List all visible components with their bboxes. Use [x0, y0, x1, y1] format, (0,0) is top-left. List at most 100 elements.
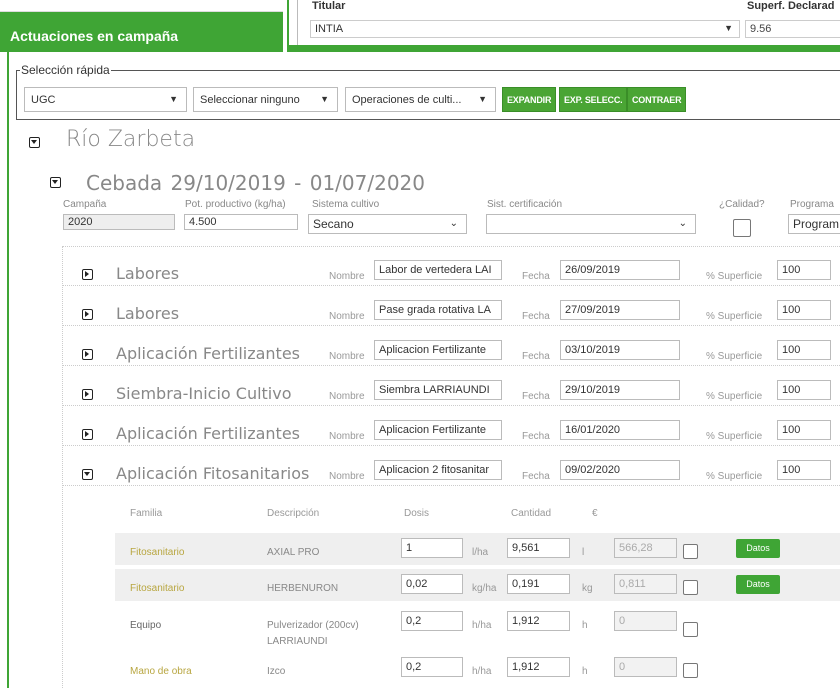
task-name-input[interactable]: Aplicacion 2 fitosanitar	[374, 460, 502, 480]
col-cantidad: Cantidad	[511, 508, 552, 519]
quick-selection-legend: Selección rápida	[20, 63, 111, 77]
nombre-label: Nombre	[329, 391, 365, 402]
expand-icon[interactable]	[82, 349, 93, 360]
cantidad-input[interactable]: 9,561	[507, 538, 570, 558]
cantidad-input[interactable]: 1,912	[507, 657, 570, 677]
dosis-input[interactable]: 0,02	[401, 574, 463, 594]
task-name-input[interactable]: Labor de vertedera LAI	[374, 260, 502, 280]
header-underline	[287, 45, 840, 52]
sidetab-top-strip	[0, 0, 283, 12]
sistema-label: Sistema cultivo	[312, 199, 380, 210]
selection-mode-select[interactable]: Seleccionar ninguno ▼	[193, 87, 338, 112]
collapse-icon[interactable]	[82, 469, 93, 480]
superficie-pct-label: % Superficie	[706, 351, 763, 362]
header-separator-thin	[297, 0, 298, 45]
task-superficie-input[interactable]: 100	[777, 460, 831, 480]
product-checkbox[interactable]	[683, 580, 698, 595]
nombre-label: Nombre	[329, 351, 365, 362]
task-row: Aplicación Fertilizantes Nombre Aplicacion…	[63, 412, 840, 446]
ugc-select[interactable]: UGC ▼	[24, 87, 187, 112]
collapse-button[interactable]: CONTRAER	[627, 87, 687, 112]
dosis-input[interactable]: 1	[401, 538, 463, 558]
task-superficie-input[interactable]: 100	[777, 340, 831, 360]
crop-collapse-icon[interactable]	[50, 177, 61, 188]
cantidad-unit: h	[582, 666, 588, 677]
top-header: Actuaciones en campaña Titular Superf. D…	[0, 0, 840, 52]
product-row: Mano de obra Izco 0,2 h/ha 1,912 h 0	[115, 652, 840, 688]
dosis-unit: h/ha	[472, 620, 492, 631]
task-superficie-input[interactable]: 100	[777, 260, 831, 280]
superficie-pct-label: % Superficie	[706, 311, 763, 322]
cantidad-input[interactable]: 1,912	[507, 611, 570, 631]
expand-icon[interactable]	[82, 389, 93, 400]
task-date-input[interactable]: 29/10/2019	[560, 380, 680, 400]
task-date-input[interactable]: 27/09/2019	[560, 300, 680, 320]
operations-select[interactable]: Operaciones de culti... ▼	[345, 87, 496, 112]
potencial-input[interactable]: 4.500	[184, 214, 298, 230]
task-title: Labores	[116, 264, 180, 283]
fecha-label: Fecha	[522, 471, 550, 482]
certificacion-select[interactable]: ⌄	[486, 214, 696, 234]
programa-label: Programa	[790, 199, 834, 210]
task-superficie-input[interactable]: 100	[777, 300, 831, 320]
task-date-input[interactable]: 09/02/2020	[560, 460, 680, 480]
datos-button[interactable]: Datos	[736, 575, 780, 594]
expand-icon[interactable]	[82, 309, 93, 320]
programa-select[interactable]: Program	[788, 214, 840, 234]
expand-button[interactable]: EXPANDIR	[502, 87, 557, 112]
ugc-select-value: UGC	[31, 94, 56, 106]
dosis-input[interactable]: 0,2	[401, 611, 463, 631]
task-row: Labores Nombre Labor de vertedera LAI Fecha…	[63, 252, 840, 286]
expand-icon[interactable]	[82, 429, 93, 440]
task-name-input[interactable]: Aplicacion Fertilizante	[374, 340, 502, 360]
task-superficie-input[interactable]: 100	[777, 420, 831, 440]
product-checkbox[interactable]	[683, 663, 698, 678]
dosis-input[interactable]: 0,2	[401, 657, 463, 677]
cantidad-input[interactable]: 0,191	[507, 574, 570, 594]
superficie-label: Superf. Declarad	[747, 0, 835, 12]
task-title: Labores	[116, 304, 180, 323]
fecha-label: Fecha	[522, 311, 550, 322]
titular-select[interactable]: INTIA ▼	[310, 20, 740, 38]
task-date-input[interactable]: 26/09/2019	[560, 260, 680, 280]
chevron-down-icon: ▼	[320, 94, 329, 104]
chevron-down-icon: ⌄	[678, 218, 687, 229]
product-checkbox[interactable]	[683, 544, 698, 559]
parcel-collapse-icon[interactable]	[29, 137, 40, 148]
product-description: Izco	[267, 666, 286, 677]
product-row: Equipo Pulverizador (200cv) LARRIAUNDI 0,2 h…	[115, 606, 840, 648]
certificacion-label: Sist. certificación	[487, 199, 563, 210]
titular-label: Titular	[312, 0, 346, 12]
dosis-unit: h/ha	[472, 666, 492, 677]
calidad-checkbox[interactable]	[733, 219, 751, 237]
expand-icon[interactable]	[82, 269, 93, 280]
product-description: Pulverizador (200cv)	[267, 620, 359, 631]
task-name-input[interactable]: Siembra LARRIAUNDI	[374, 380, 502, 400]
task-date-input[interactable]: 16/01/2020	[560, 420, 680, 440]
product-description: HERBENURON	[267, 583, 339, 594]
task-row: Labores Nombre Pase grada rotativa LA Fecha…	[63, 292, 840, 326]
expand-selected-button[interactable]: EXP. SELECC.	[559, 87, 628, 112]
superficie-input[interactable]: 9.56	[745, 20, 840, 38]
product-family: Fitosanitario	[130, 583, 185, 594]
task-title: Siembra-Inicio Cultivo	[116, 384, 292, 403]
cantidad-unit: kg	[582, 583, 593, 594]
task-superficie-input[interactable]: 100	[777, 380, 831, 400]
superficie-pct-label: % Superficie	[706, 271, 763, 282]
task-name-input[interactable]: Aplicacion Fertilizante	[374, 420, 502, 440]
sistema-select[interactable]: Secano ⌄	[308, 214, 467, 234]
superficie-pct-label: % Superficie	[706, 471, 763, 482]
fecha-label: Fecha	[522, 391, 550, 402]
task-date-input[interactable]: 03/10/2019	[560, 340, 680, 360]
col-descripcion: Descripción	[267, 508, 320, 519]
task-name-input[interactable]: Pase grada rotativa LA	[374, 300, 502, 320]
product-checkbox[interactable]	[683, 622, 698, 637]
product-description: AXIAL PRO	[267, 547, 320, 558]
nombre-label: Nombre	[329, 471, 365, 482]
nombre-label: Nombre	[329, 271, 365, 282]
col-familia: Familia	[130, 508, 163, 519]
programa-value: Program	[793, 217, 840, 231]
fecha-label: Fecha	[522, 351, 550, 362]
datos-button[interactable]: Datos	[736, 539, 780, 558]
task-title: Aplicación Fertilizantes	[116, 344, 301, 363]
